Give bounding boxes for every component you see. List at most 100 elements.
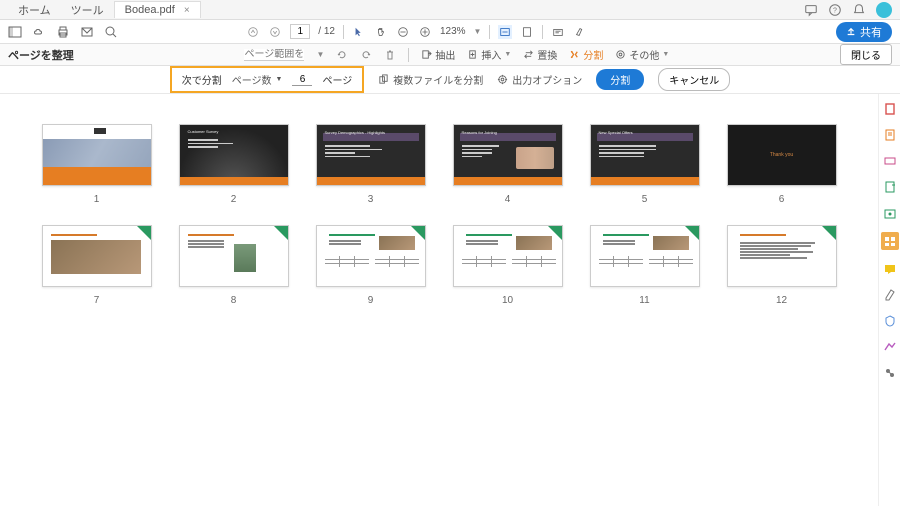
rotate-ccw-icon[interactable] (336, 49, 348, 61)
insert-label: 挿入 (481, 47, 501, 62)
thumb-num: 9 (368, 295, 374, 306)
page-up-icon[interactable] (246, 25, 260, 39)
page-thumb-10[interactable]: 10 (451, 225, 564, 306)
sidebar-toggle-icon[interactable] (8, 25, 22, 39)
fit-width-icon[interactable] (498, 25, 512, 39)
thumbnail-grid-area: 1 Customer Survey2 Survey Demographics -… (0, 94, 878, 506)
zoom-value[interactable]: 123% (440, 26, 466, 37)
bell-icon[interactable] (852, 3, 866, 17)
page-thumb-4[interactable]: Reasons for Joining4 (451, 124, 564, 205)
tab-home[interactable]: ホーム (8, 0, 61, 20)
page-down-icon[interactable] (268, 25, 282, 39)
share-button[interactable]: 共有 (836, 22, 892, 42)
extract-button[interactable]: 抽出 (421, 47, 455, 62)
thumb-num: 3 (368, 194, 374, 205)
hand-tool-icon[interactable] (374, 25, 388, 39)
share-label: 共有 (860, 24, 882, 40)
split-mode-select[interactable]: ページ数▼ (232, 72, 283, 87)
side-tool-7[interactable] (883, 262, 897, 276)
page-thumb-7[interactable]: 7 (40, 225, 153, 306)
toolbar-center: / 12 123% ▼ (246, 24, 587, 39)
split-options-bar: 次で分割 ページ数▼ ページ 複数ファイルを分割 出力オプション 分割 キャンセ… (0, 66, 900, 94)
thumb-num: 12 (776, 295, 787, 306)
highlight-icon[interactable] (573, 25, 587, 39)
page-total: / 12 (318, 26, 335, 37)
output-options-button[interactable]: 出力オプション (497, 72, 582, 87)
split-confirm-button[interactable]: 分割 (596, 69, 644, 90)
thumb-num: 4 (505, 194, 511, 205)
close-tab-icon[interactable]: × (184, 5, 190, 16)
page-thumb-1[interactable]: 1 (40, 124, 153, 205)
thumb-num: 10 (502, 295, 513, 306)
page-thumb-5[interactable]: New Special Offers5 (588, 124, 701, 205)
side-tool-10[interactable] (883, 340, 897, 354)
split-value-input[interactable] (292, 74, 312, 86)
thumb-num: 8 (231, 295, 237, 306)
split-label: 分割 (583, 47, 603, 62)
page-thumb-9[interactable]: 9 (314, 225, 427, 306)
replace-button[interactable]: 置換 (523, 47, 557, 62)
side-tool-5[interactable] (883, 206, 897, 220)
other-button[interactable]: その他▼ (615, 47, 669, 62)
trash-icon[interactable] (384, 49, 396, 61)
divider (542, 25, 543, 39)
divider (489, 25, 490, 39)
thumb-num: 6 (779, 194, 785, 205)
zoom-dropdown-icon[interactable]: ▼ (474, 27, 482, 36)
fit-page-icon[interactable] (520, 25, 534, 39)
divider (343, 25, 344, 39)
split-by-label: 次で分割 (182, 72, 222, 87)
right-sidebar (878, 94, 900, 506)
side-tool-9[interactable] (883, 314, 897, 328)
close-organize-button[interactable]: 閉じる (840, 44, 892, 65)
split-button[interactable]: 分割 (569, 47, 603, 62)
side-tool-4[interactable] (883, 180, 897, 194)
range-dropdown-icon[interactable]: ▼ (316, 50, 324, 59)
side-tool-1[interactable] (883, 102, 897, 116)
page-thumb-6[interactable]: Thank you6 (725, 124, 838, 205)
page-thumb-8[interactable]: 8 (177, 225, 290, 306)
organize-bar: ページを整理 ▼ 抽出 挿入▼ 置換 分割 その他▼ 閉じる (0, 44, 900, 66)
chat-icon[interactable] (804, 3, 818, 17)
page-thumb-3[interactable]: Survey Demographics - Highlights3 (314, 124, 427, 205)
zoom-in-icon[interactable] (418, 25, 432, 39)
thumb-num: 1 (94, 194, 100, 205)
thumb-num: 7 (94, 295, 100, 306)
cloud-icon[interactable] (32, 25, 46, 39)
page-thumb-2[interactable]: Customer Survey2 (177, 124, 290, 205)
tab-tools[interactable]: ツール (61, 0, 114, 20)
thumb-num: 5 (642, 194, 648, 205)
content-wrap: 1 Customer Survey2 Survey Demographics -… (0, 94, 900, 506)
tab-file[interactable]: Bodea.pdf × (114, 1, 201, 18)
side-tool-8[interactable] (883, 288, 897, 302)
mail-icon[interactable] (80, 25, 94, 39)
organize-title: ページを整理 (8, 47, 74, 63)
page-thumb-12[interactable]: 12 (725, 225, 838, 306)
organize-tools: ▼ 抽出 挿入▼ 置換 分割 その他▼ (244, 47, 669, 62)
avatar[interactable] (876, 2, 892, 18)
side-tool-2[interactable] (883, 128, 897, 142)
page-number-input[interactable] (290, 24, 310, 39)
main-toolbar: / 12 123% ▼ 共有 (0, 20, 900, 44)
split-mode-label: ページ数 (232, 72, 272, 87)
help-icon[interactable]: ? (828, 3, 842, 17)
replace-label: 置換 (537, 47, 557, 62)
side-tool-6[interactable] (881, 232, 899, 250)
search-icon[interactable] (104, 25, 118, 39)
thumb-num: 11 (639, 295, 649, 306)
split-multiple-button[interactable]: 複数ファイルを分割 (378, 72, 483, 87)
page-range-input[interactable] (244, 49, 304, 61)
page-thumb-11[interactable]: 11 (588, 225, 701, 306)
cancel-button[interactable]: キャンセル (658, 68, 730, 91)
tab-file-label: Bodea.pdf (125, 4, 175, 16)
side-tool-11[interactable] (883, 366, 897, 380)
side-tool-3[interactable] (883, 154, 897, 168)
annotate-icon[interactable] (551, 25, 565, 39)
select-tool-icon[interactable] (352, 25, 366, 39)
insert-button[interactable]: 挿入▼ (467, 47, 511, 62)
svg-text:?: ? (833, 7, 837, 14)
print-icon[interactable] (56, 25, 70, 39)
thumb-num: 2 (231, 194, 237, 205)
rotate-cw-icon[interactable] (360, 49, 372, 61)
zoom-out-icon[interactable] (396, 25, 410, 39)
